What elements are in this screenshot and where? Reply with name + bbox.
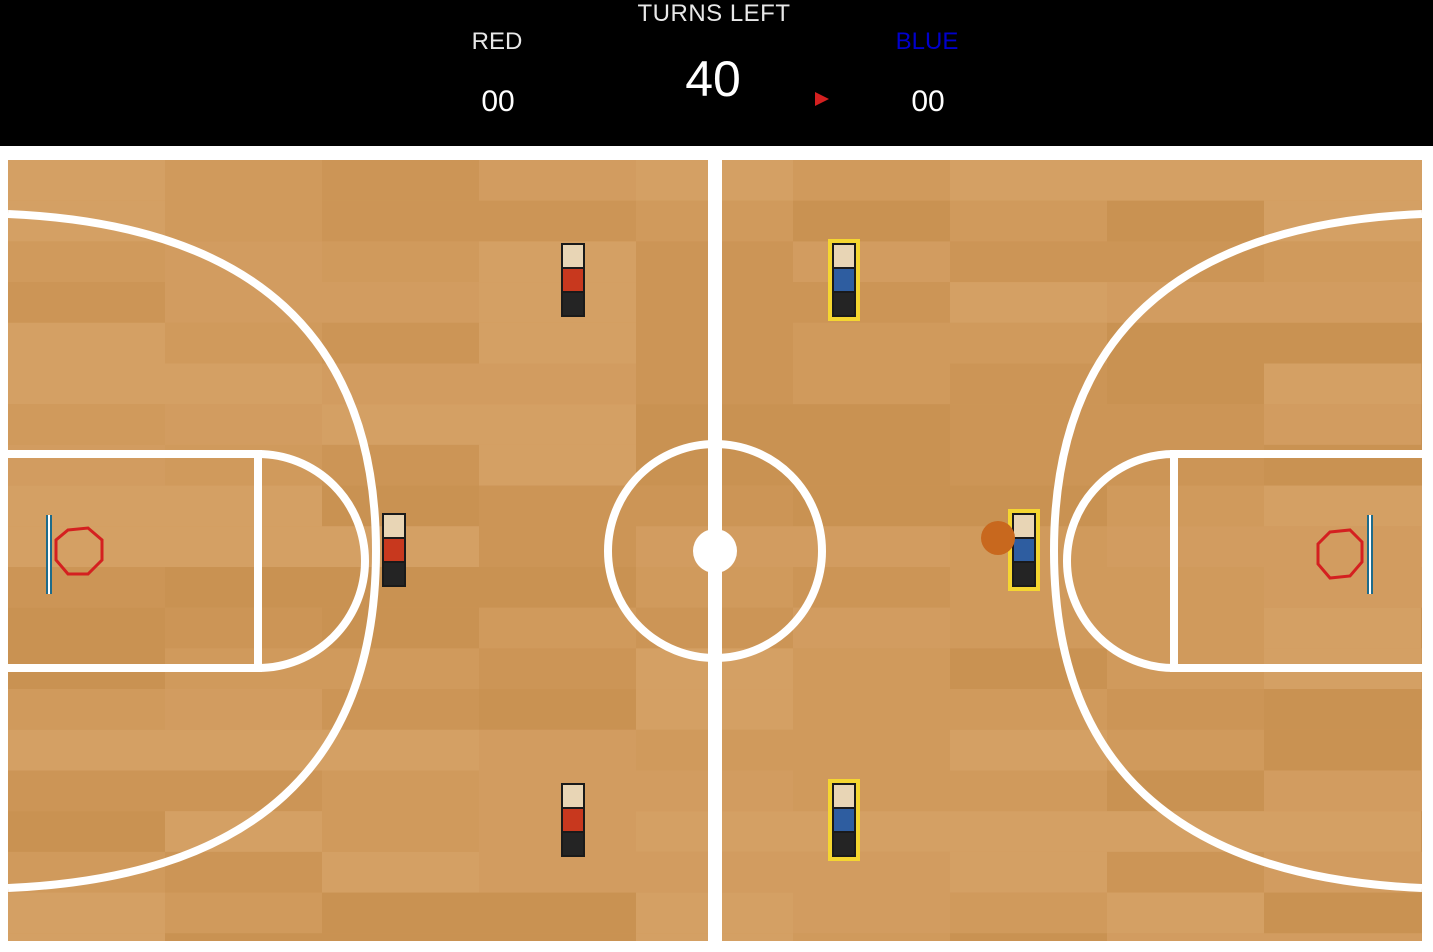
player-shorts xyxy=(834,293,854,315)
player-head xyxy=(563,245,583,269)
red-team-label: RED xyxy=(471,28,523,55)
player-head xyxy=(834,785,854,809)
player-jersey xyxy=(834,809,854,833)
turn-indicator-arrow-icon xyxy=(815,92,829,106)
blue-team-score: 00 xyxy=(911,85,945,118)
player-jersey xyxy=(563,809,583,833)
turns-left-label: TURNS LEFT xyxy=(637,0,791,27)
blue-player-bottom[interactable] xyxy=(828,779,860,861)
player-shorts xyxy=(1014,563,1034,585)
center-dot xyxy=(693,529,737,573)
court-floor-and-lines xyxy=(8,160,1422,941)
player-shorts xyxy=(563,833,583,855)
player-shorts xyxy=(563,293,583,315)
player-jersey xyxy=(834,269,854,293)
red-player-top[interactable] xyxy=(561,243,585,317)
player-jersey xyxy=(1014,539,1034,563)
player-jersey xyxy=(563,269,583,293)
blue-team-label: BLUE xyxy=(895,28,959,55)
basketball-court[interactable] xyxy=(8,160,1422,941)
player-head xyxy=(384,515,404,539)
red-player-mid[interactable] xyxy=(382,513,406,587)
player-head xyxy=(1014,515,1034,539)
player-head xyxy=(834,245,854,269)
player-jersey xyxy=(384,539,404,563)
red-team-score: 00 xyxy=(481,85,515,118)
blue-player-top[interactable] xyxy=(828,239,860,321)
player-shorts xyxy=(384,563,404,585)
blue-player-mid[interactable] xyxy=(1008,509,1040,591)
turns-left-value: 40 xyxy=(685,51,741,107)
red-player-bottom[interactable] xyxy=(561,783,585,857)
player-shorts xyxy=(834,833,854,855)
basketball[interactable] xyxy=(981,521,1015,555)
scoreboard: TURNS LEFT 40 RED BLUE 00 00 xyxy=(0,0,1433,146)
player-head xyxy=(563,785,583,809)
